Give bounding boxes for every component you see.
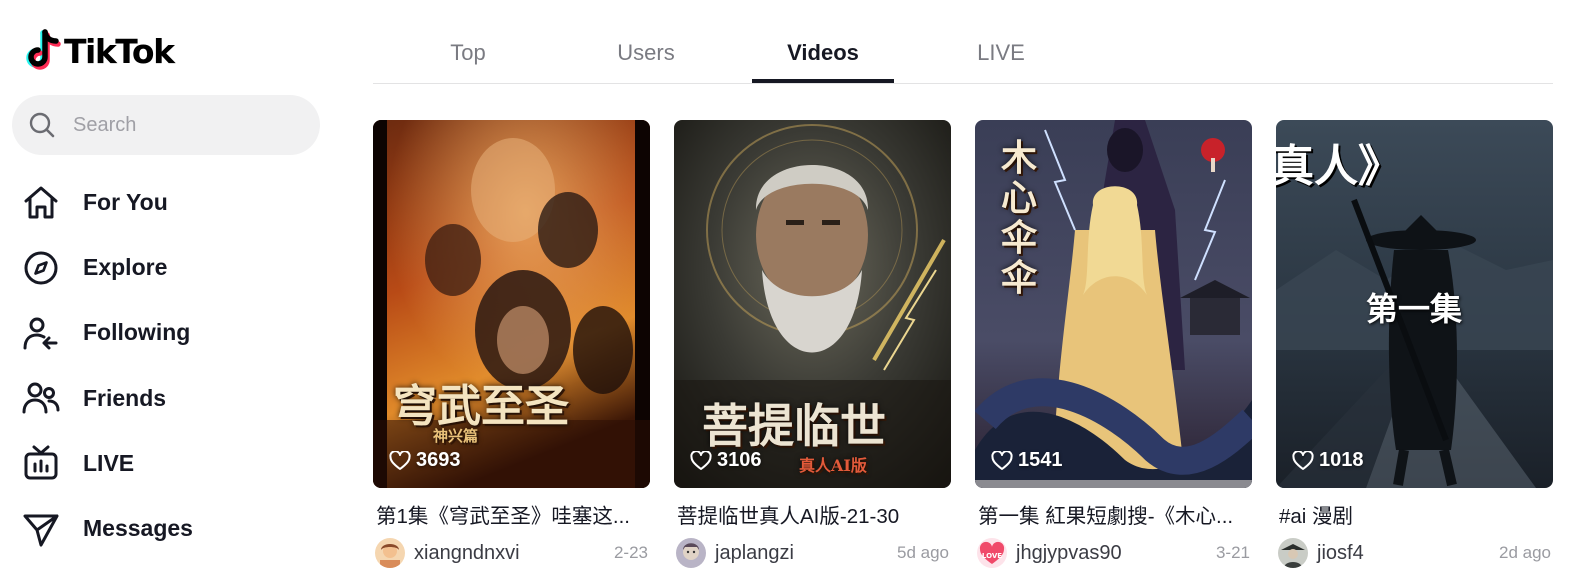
sidebar-item-label: LIVE: [83, 449, 135, 476]
tiktok-logo[interactable]: TikTok: [22, 28, 175, 74]
video-meta: japlangzi 5d ago: [674, 538, 951, 568]
like-count: 1018: [1292, 449, 1364, 472]
video-card: 穹武至圣 神兴篇 3693 第1集《穹武至圣》哇塞这... xiangndnxv…: [373, 120, 650, 568]
sidebar-item-messages[interactable]: Messages: [0, 496, 340, 561]
post-date: 2-23: [613, 543, 648, 562]
heart-outline-icon: [690, 450, 712, 470]
video-meta: jiosf4 2d ago: [1276, 538, 1553, 568]
heart-outline-icon: [1292, 450, 1314, 470]
sidebar-item-live[interactable]: LIVE: [0, 431, 340, 496]
video-caption[interactable]: 第一集 紅果短劇搜-《木心...: [975, 499, 1237, 529]
thumbnail-title-text: 菩提临世: [702, 399, 886, 453]
sidebar-item-label: For You: [83, 189, 168, 216]
tab-videos[interactable]: Videos: [752, 22, 894, 83]
thumbnail-title-text: 穹武至圣: [393, 381, 569, 432]
thumbnail-title-text: 第一集: [1366, 290, 1463, 328]
video-thumbnail[interactable]: 木心伞伞 1541: [975, 120, 1252, 488]
author-name[interactable]: jhgjypvas90: [1016, 542, 1216, 565]
avatar[interactable]: [676, 538, 706, 568]
sidebar-item-label: Explore: [83, 254, 168, 281]
post-date: 5d ago: [897, 543, 949, 562]
thumbnail-subtitle-text: 神兴篇: [433, 427, 479, 445]
thumbnail-title-fragment: 真人》: [1276, 141, 1402, 192]
video-card: 菩提临世 真人AI版 3106 菩提临世真人AI版-21-30 japlangz…: [674, 120, 951, 568]
avatar[interactable]: [1278, 538, 1308, 568]
video-meta: xiangndnxvi 2-23: [373, 538, 650, 568]
like-count: 3693: [389, 449, 461, 472]
following-icon: [22, 314, 60, 352]
svg-text:LOVE: LOVE: [982, 552, 1002, 560]
thumbnail-title-text: 木心伞伞: [1001, 137, 1038, 299]
video-caption[interactable]: 菩提临世真人AI版-21-30: [674, 499, 936, 529]
search-input[interactable]: [71, 112, 291, 138]
tiktok-note-icon: [22, 29, 62, 73]
tab-top[interactable]: Top: [418, 22, 518, 83]
video-meta: LOVE jhgjypvas90 3-21: [975, 538, 1252, 568]
send-icon: [22, 510, 60, 548]
sidebar: TikTok For You Explore: [0, 0, 340, 580]
heart-outline-icon: [991, 450, 1013, 470]
sidebar-item-friends[interactable]: Friends: [0, 366, 340, 431]
avatar[interactable]: LOVE: [977, 538, 1007, 568]
friends-icon: [22, 379, 60, 417]
home-icon: [22, 184, 60, 222]
video-card: 木心伞伞 1541 第一集 紅果短劇搜-《木心... LOVE jhgjypva…: [975, 120, 1252, 568]
sidebar-nav: For You Explore Following Friends LIVE M…: [0, 170, 340, 561]
sidebar-item-following[interactable]: Following: [0, 300, 340, 365]
post-date: 3-21: [1215, 543, 1250, 562]
tab-live[interactable]: LIVE: [951, 22, 1051, 83]
sidebar-item-label: Following: [83, 319, 191, 346]
heart-outline-icon: [389, 450, 411, 470]
sidebar-item-label: Friends: [83, 384, 167, 411]
video-thumbnail[interactable]: 真人》 第一集 1018: [1276, 120, 1553, 488]
active-tab-indicator: [752, 79, 894, 83]
author-name[interactable]: jiosf4: [1317, 542, 1499, 565]
video-card: 真人》 第一集 1018 #ai 漫剧 jiosf4 2d ago: [1276, 120, 1553, 568]
author-name[interactable]: japlangzi: [715, 542, 897, 565]
sidebar-item-for-you[interactable]: For You: [0, 170, 340, 235]
video-thumbnail[interactable]: 穹武至圣 神兴篇 3693: [373, 120, 650, 488]
like-count-value: 1541: [1018, 449, 1063, 471]
search-result-tabs: Top Users Videos LIVE: [373, 22, 1553, 84]
sidebar-item-label: Messages: [83, 515, 193, 542]
thumbnail-subtitle-text: 真人AI版: [799, 456, 867, 475]
author-name[interactable]: xiangndnxvi: [414, 542, 614, 565]
live-tv-icon: [22, 444, 60, 482]
tiktok-wordmark: TikTok: [64, 31, 175, 71]
video-thumbnail[interactable]: 菩提临世 真人AI版 3106: [674, 120, 951, 488]
search-icon: [29, 112, 55, 138]
like-count-value: 1018: [1319, 449, 1364, 471]
search-bar[interactable]: [12, 95, 320, 155]
like-count: 1541: [991, 449, 1063, 472]
like-count-value: 3106: [717, 449, 762, 471]
tab-users[interactable]: Users: [596, 22, 696, 83]
video-caption[interactable]: #ai 漫剧: [1276, 499, 1538, 529]
video-caption[interactable]: 第1集《穹武至圣》哇塞这...: [373, 499, 635, 529]
compass-icon: [22, 249, 60, 287]
sidebar-item-explore[interactable]: Explore: [0, 235, 340, 300]
post-date: 2d ago: [1499, 543, 1551, 562]
like-count: 3106: [690, 449, 762, 472]
avatar[interactable]: [375, 538, 405, 568]
like-count-value: 3693: [416, 449, 461, 471]
